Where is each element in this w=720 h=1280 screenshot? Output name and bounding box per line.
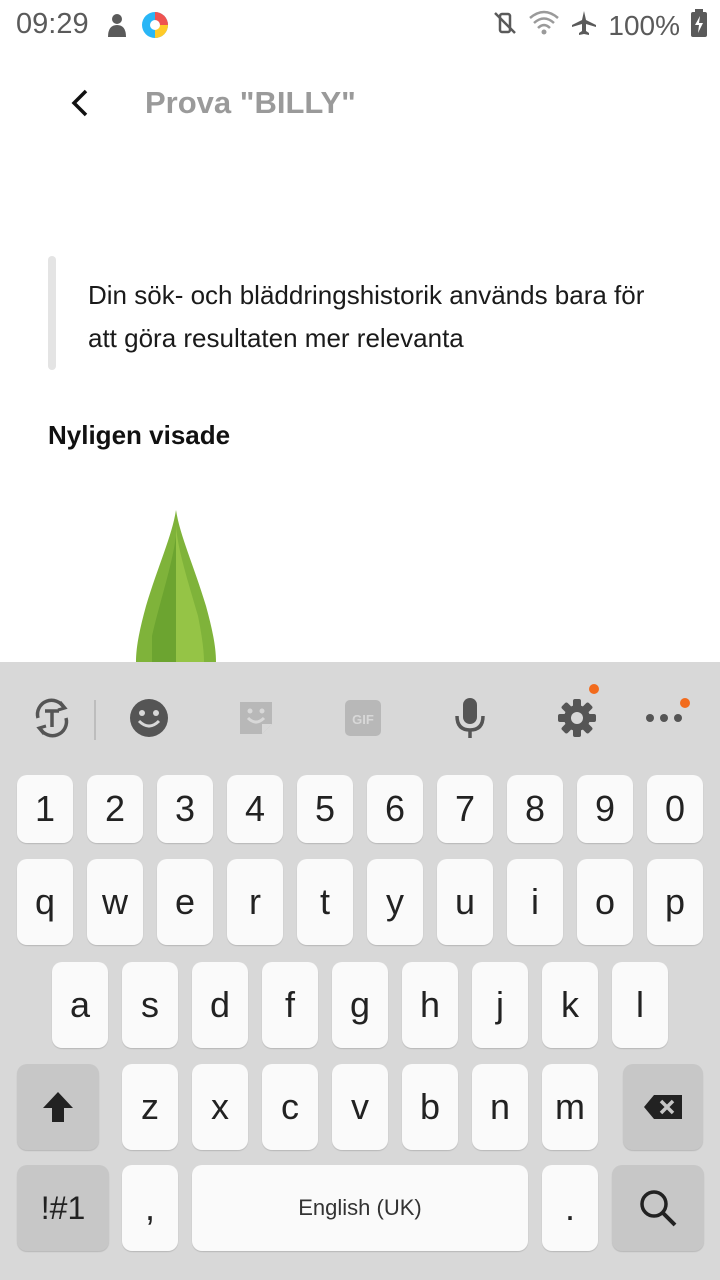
- key-r[interactable]: r: [227, 859, 283, 945]
- app-notification-icon: [140, 10, 170, 45]
- key-8[interactable]: 8: [507, 775, 563, 843]
- shift-key[interactable]: [17, 1064, 99, 1150]
- keyboard-toolbar: GIF: [0, 662, 720, 770]
- key-f[interactable]: f: [262, 962, 318, 1048]
- status-time: 09:29: [16, 8, 89, 40]
- key-w[interactable]: w: [87, 859, 143, 945]
- key-q[interactable]: q: [17, 859, 73, 945]
- more-dots-icon: [646, 714, 682, 722]
- key-k[interactable]: k: [542, 962, 598, 1048]
- key-3[interactable]: 3: [157, 775, 213, 843]
- sticker-icon: [240, 702, 272, 734]
- notice-accent-bar: [48, 256, 56, 370]
- gear-icon: [558, 699, 596, 737]
- key-y[interactable]: y: [367, 859, 423, 945]
- key-m[interactable]: m: [542, 1064, 598, 1150]
- microphone-icon: [455, 698, 485, 738]
- sticker-button[interactable]: [228, 690, 284, 746]
- key-v[interactable]: v: [332, 1064, 388, 1150]
- search-input[interactable]: Prova "BILLY": [145, 85, 356, 121]
- symbols-key[interactable]: !#1: [17, 1165, 109, 1251]
- key-5[interactable]: 5: [297, 775, 353, 843]
- key-p[interactable]: p: [647, 859, 703, 945]
- key-7[interactable]: 7: [437, 775, 493, 843]
- key-4[interactable]: 4: [227, 775, 283, 843]
- key-i[interactable]: i: [507, 859, 563, 945]
- shift-arrow-icon: [43, 1092, 73, 1122]
- period-key[interactable]: .: [542, 1165, 598, 1251]
- key-z[interactable]: z: [122, 1064, 178, 1150]
- more-options-button[interactable]: [636, 690, 692, 746]
- airplane-mode-icon: [570, 9, 598, 42]
- key-g[interactable]: g: [332, 962, 388, 1048]
- backspace-key[interactable]: [623, 1064, 703, 1150]
- privacy-notice: Din sök- och bläddringshistorik används …: [48, 256, 668, 370]
- key-o[interactable]: o: [577, 859, 633, 945]
- vibrate-mute-icon: [492, 10, 518, 41]
- svg-text:GIF: GIF: [352, 712, 374, 727]
- key-t[interactable]: t: [297, 859, 353, 945]
- recently-viewed-title: Nyligen visade: [48, 420, 231, 450]
- plant-image: [136, 510, 216, 662]
- comma-key[interactable]: ,: [122, 1165, 178, 1251]
- key-x[interactable]: x: [192, 1064, 248, 1150]
- gif-icon: GIF: [345, 700, 381, 736]
- status-bar: 09:29 100%: [0, 0, 720, 50]
- system-icons: 100%: [492, 8, 708, 43]
- back-button[interactable]: [56, 77, 104, 129]
- key-6[interactable]: 6: [367, 775, 423, 843]
- search-placeholder: Prova "BILLY": [145, 85, 356, 120]
- key-j[interactable]: j: [472, 962, 528, 1048]
- emoji-icon: [130, 699, 168, 737]
- cat-notification-icon: [104, 11, 130, 44]
- search-app-bar: Prova "BILLY": [0, 55, 720, 155]
- gif-button[interactable]: GIF: [335, 690, 391, 746]
- space-key[interactable]: English (UK): [192, 1165, 528, 1251]
- search-icon: [640, 1190, 677, 1227]
- emoji-button[interactable]: [121, 690, 177, 746]
- notification-icons: [104, 10, 170, 45]
- key-n[interactable]: n: [472, 1064, 528, 1150]
- more-notification-dot: [680, 698, 690, 708]
- translate-icon: [35, 698, 69, 738]
- settings-notification-dot: [589, 684, 599, 694]
- backspace-icon: [644, 1095, 682, 1119]
- key-c[interactable]: c: [262, 1064, 318, 1150]
- key-9[interactable]: 9: [577, 775, 633, 843]
- key-l[interactable]: l: [612, 962, 668, 1048]
- key-1[interactable]: 1: [17, 775, 73, 843]
- back-arrow-icon: [71, 89, 88, 117]
- key-b[interactable]: b: [402, 1064, 458, 1150]
- voice-input-button[interactable]: [442, 690, 498, 746]
- soft-keyboard: GIF 1234567890 qwertyuiop asdfghjkl zxcvbnm…: [0, 662, 720, 1280]
- key-d[interactable]: d: [192, 962, 248, 1048]
- recent-product-thumbnail[interactable]: [128, 506, 224, 662]
- wifi-icon: [528, 10, 560, 41]
- key-2[interactable]: 2: [87, 775, 143, 843]
- battery-percent: 100%: [608, 9, 680, 41]
- key-a[interactable]: a: [52, 962, 108, 1048]
- key-u[interactable]: u: [437, 859, 493, 945]
- key-s[interactable]: s: [122, 962, 178, 1048]
- key-e[interactable]: e: [157, 859, 213, 945]
- key-h[interactable]: h: [402, 962, 458, 1048]
- keyboard-settings-button[interactable]: [549, 684, 605, 746]
- toolbar-divider: [94, 700, 96, 740]
- translate-button[interactable]: [24, 690, 80, 746]
- key-0[interactable]: 0: [647, 775, 703, 843]
- notice-text: Din sök- och bläddringshistorik används …: [88, 280, 645, 353]
- search-key[interactable]: [612, 1165, 704, 1251]
- battery-charging-icon: [690, 8, 708, 43]
